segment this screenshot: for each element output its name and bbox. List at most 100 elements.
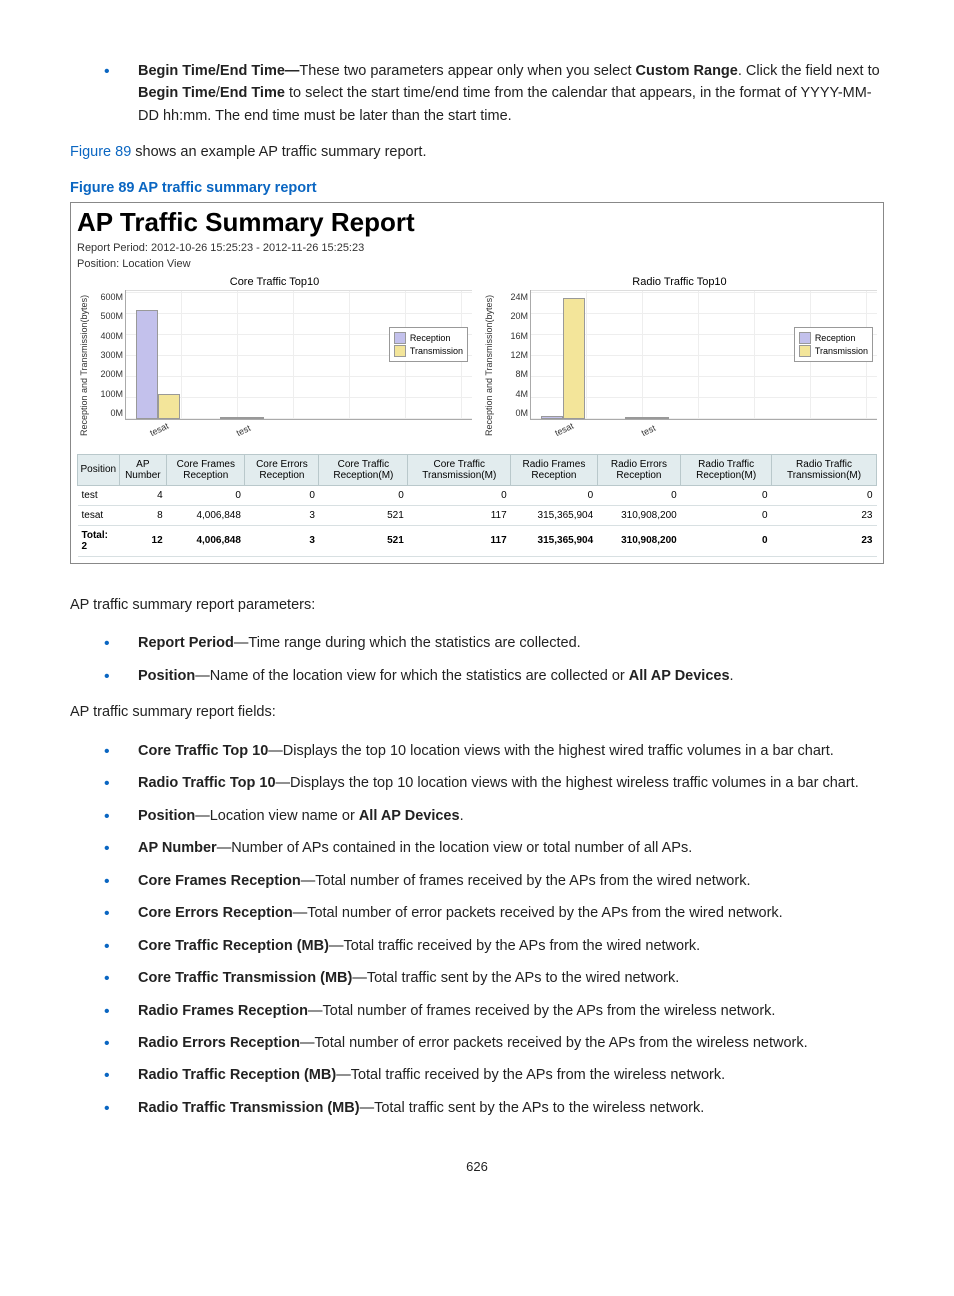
table-header: AP Number [119, 454, 167, 485]
chart-core-traffic: Core Traffic Top10 Reception and Transmi… [77, 272, 472, 440]
table-header: Core Frames Reception [167, 454, 245, 485]
list-item: Radio Frames Reception—Total number of f… [100, 1000, 884, 1022]
table-header: Radio Traffic Reception(M) [681, 454, 772, 485]
cell-position: test [78, 485, 120, 505]
bar-xlabel: tesat [553, 421, 575, 438]
list-item: Core Traffic Transmission (MB)—Total tra… [100, 967, 884, 989]
term: Position [138, 808, 195, 824]
page-number: 626 [70, 1159, 884, 1174]
table-header: Core Traffic Transmission(M) [408, 454, 511, 485]
bar-transmission [242, 417, 264, 419]
list-item: Radio Errors Reception—Total number of e… [100, 1032, 884, 1054]
list-item: AP Number—Number of APs contained in the… [100, 837, 884, 859]
cell-value: 0 [319, 485, 408, 505]
cell-value: 0 [681, 485, 772, 505]
chart-radio-traffic: Radio Traffic Top10 Reception and Transm… [482, 272, 877, 440]
list-item: Core Traffic Top 10—Displays the top 10 … [100, 740, 884, 762]
term: Core Frames Reception [138, 873, 301, 889]
term: Begin Time/End Time— [138, 63, 299, 79]
cell-value: 0 [772, 485, 877, 505]
table-header: Radio Traffic Transmission(M) [772, 454, 877, 485]
bar-group: test [220, 417, 264, 419]
cell-value: 4,006,848 [167, 525, 245, 556]
param-list: Report Period—Time range during which th… [70, 632, 884, 687]
cell-value: 3 [245, 525, 319, 556]
cell-value: 0 [167, 485, 245, 505]
cell-value: 521 [319, 525, 408, 556]
swatch-transmission-icon [799, 345, 811, 357]
bar-xlabel: test [235, 423, 252, 438]
term: Radio Traffic Reception (MB) [138, 1067, 336, 1083]
legend: Reception Transmission [389, 327, 468, 362]
list-item: Position—Location view name or All AP De… [100, 805, 884, 827]
fields-intro: AP traffic summary report fields: [70, 701, 884, 723]
bar-group: tesat [541, 298, 585, 419]
cell-value: 4,006,848 [167, 505, 245, 525]
term: Report Period [138, 635, 234, 651]
cell-value: 0 [511, 485, 597, 505]
summary-table: PositionAP NumberCore Frames ReceptionCo… [77, 454, 877, 557]
cell-value: 0 [408, 485, 511, 505]
term: Core Traffic Reception (MB) [138, 938, 329, 954]
term: AP Number [138, 840, 217, 856]
table-header: Position [78, 454, 120, 485]
term: Radio Traffic Transmission (MB) [138, 1100, 360, 1116]
cell-value: 117 [408, 525, 511, 556]
cell-value: 12 [119, 525, 167, 556]
list-item: Radio Traffic Top 10—Displays the top 10… [100, 772, 884, 794]
figure-ref: Figure 89 shows an example AP traffic su… [70, 141, 884, 163]
term: Position [138, 668, 195, 684]
field-list: Core Traffic Top 10—Displays the top 10 … [70, 740, 884, 1120]
list-item: Report Period—Time range during which th… [100, 632, 884, 654]
swatch-reception-icon [394, 332, 406, 344]
cell-value: 0 [245, 485, 319, 505]
cell-value: 23 [772, 525, 877, 556]
term: Radio Frames Reception [138, 1003, 308, 1019]
swatch-transmission-icon [394, 345, 406, 357]
term: Core Errors Reception [138, 905, 293, 921]
report-title: AP Traffic Summary Report [77, 207, 877, 238]
cell-value: 0 [597, 485, 681, 505]
bar-reception [625, 417, 647, 419]
report-figure: AP Traffic Summary Report Report Period:… [70, 202, 884, 564]
bar-transmission [158, 394, 180, 419]
cell-value: 315,365,904 [511, 505, 597, 525]
y-ticks: 600M 500M 400M 300M 200M 100M 0M [91, 290, 125, 440]
list-item: Position—Name of the location view for w… [100, 665, 884, 687]
table-header: Core Errors Reception [245, 454, 319, 485]
swatch-reception-icon [799, 332, 811, 344]
bar-transmission [563, 298, 585, 419]
table-header: Radio Errors Reception [597, 454, 681, 485]
params-intro: AP traffic summary report parameters: [70, 594, 884, 616]
bar-reception [541, 416, 563, 419]
table-row: tesat84,006,8483521117315,365,904310,908… [78, 505, 877, 525]
term: Core Traffic Top 10 [138, 743, 268, 759]
cell-value: 4 [119, 485, 167, 505]
list-item: Radio Traffic Transmission (MB)—Total tr… [100, 1097, 884, 1119]
cell-value: 117 [408, 505, 511, 525]
cell-value: 3 [245, 505, 319, 525]
table-row: test400000000 [78, 485, 877, 505]
bar-group: test [625, 417, 669, 419]
term: Radio Traffic Top 10 [138, 775, 276, 791]
cell-value: 8 [119, 505, 167, 525]
bar-xlabel: test [640, 423, 657, 438]
list-item: Core Errors Reception—Total number of er… [100, 902, 884, 924]
cell-total-label: Total: 2 [78, 525, 120, 556]
cell-position: tesat [78, 505, 120, 525]
figure-link[interactable]: Figure 89 [70, 144, 131, 160]
table-header: Core Traffic Reception(M) [319, 454, 408, 485]
bar-transmission [647, 417, 669, 419]
cell-value: 23 [772, 505, 877, 525]
bar-reception [136, 310, 158, 419]
list-item: Radio Traffic Reception (MB)—Total traff… [100, 1064, 884, 1086]
legend: Reception Transmission [794, 327, 873, 362]
term: Radio Errors Reception [138, 1035, 300, 1051]
cell-value: 0 [681, 505, 772, 525]
list-item: Core Traffic Reception (MB)—Total traffi… [100, 935, 884, 957]
bar-reception [220, 417, 242, 419]
bar-xlabel: tesat [148, 421, 170, 438]
bar-group: tesat [136, 310, 180, 419]
intro-bullets: Begin Time/End Time—These two parameters… [70, 60, 884, 127]
y-ticks: 24M 20M 16M 12M 8M 4M 0M [496, 290, 530, 440]
